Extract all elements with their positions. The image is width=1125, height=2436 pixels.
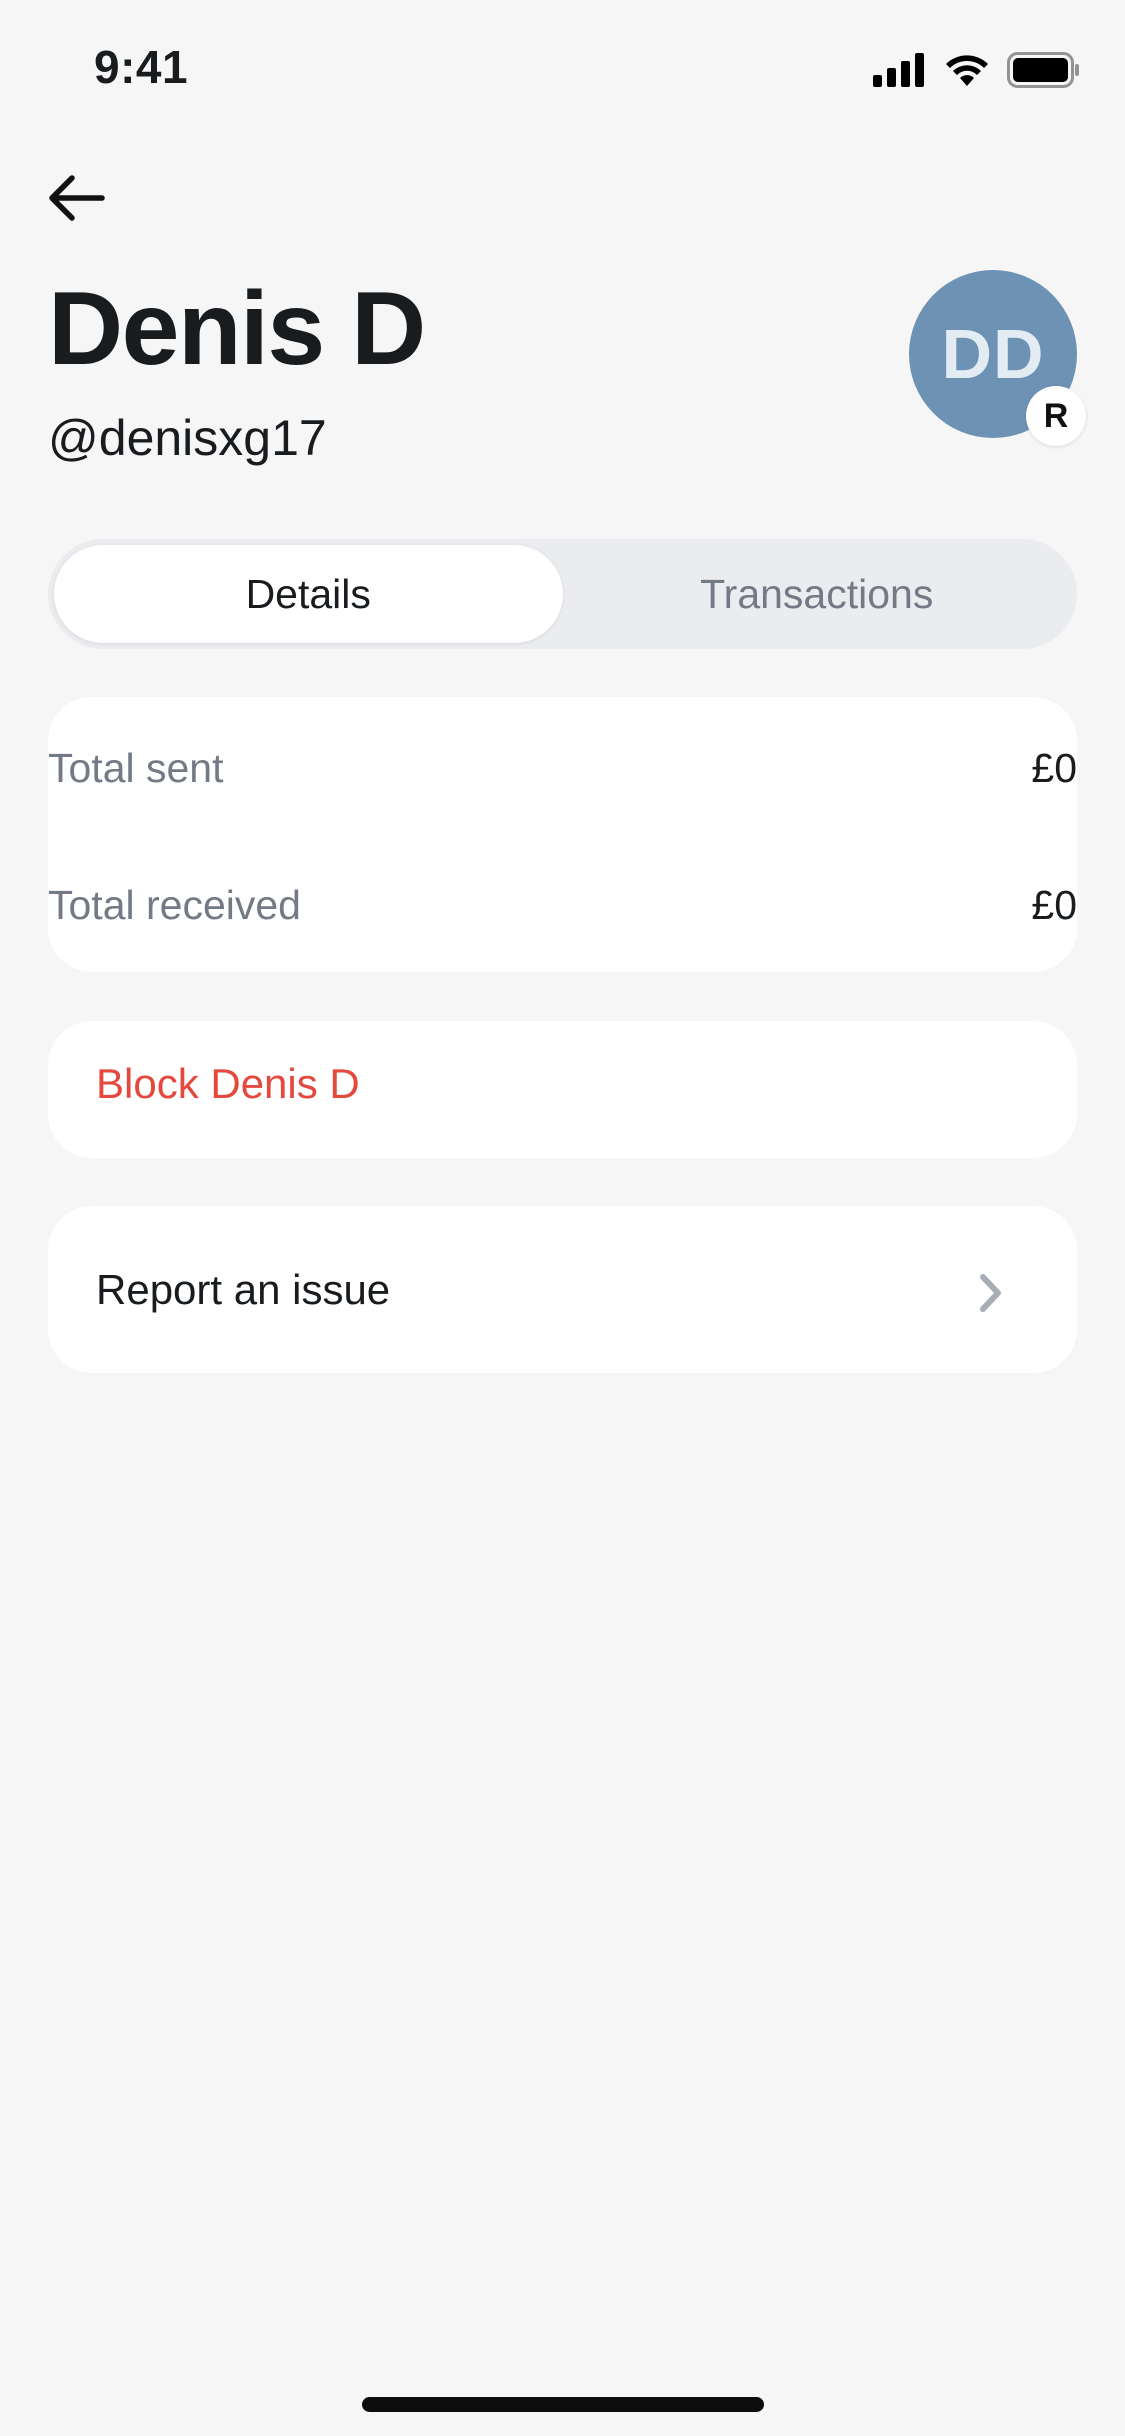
avatar-initials: DD bbox=[941, 315, 1045, 393]
stat-label: Total received bbox=[48, 881, 301, 928]
revolut-badge: R bbox=[1026, 386, 1086, 446]
stat-label: Total sent bbox=[48, 744, 224, 791]
report-issue-label: Report an issue bbox=[96, 1266, 391, 1313]
badge-letter: R bbox=[1043, 396, 1069, 435]
tab-switcher: Details Transactions bbox=[48, 539, 1077, 649]
stat-value: £0 bbox=[1031, 744, 1077, 791]
block-user-label: Block Denis D bbox=[96, 1060, 360, 1107]
stat-value: £0 bbox=[1031, 881, 1077, 928]
profile-screen: 9:41 Denis D @denisxg17 DD R Details Tra… bbox=[0, 0, 1125, 2436]
profile-username: @denisxg17 bbox=[48, 410, 327, 466]
back-arrow-icon bbox=[49, 175, 105, 221]
chevron-right-icon bbox=[980, 1274, 1001, 1312]
home-indicator bbox=[362, 2397, 764, 2412]
tab-details[interactable]: Details bbox=[54, 545, 563, 643]
stat-row-total-sent: Total sent £0 bbox=[48, 738, 1077, 798]
status-bar: 9:41 bbox=[0, 0, 1125, 140]
wifi-icon bbox=[946, 55, 988, 86]
status-icons bbox=[873, 50, 1081, 90]
tab-transactions[interactable]: Transactions bbox=[563, 545, 1072, 643]
battery-icon bbox=[1007, 52, 1079, 88]
status-time: 9:41 bbox=[94, 41, 189, 93]
stat-row-total-received: Total received £0 bbox=[48, 875, 1077, 935]
cellular-signal-icon bbox=[873, 53, 924, 87]
profile-name: Denis D bbox=[48, 271, 426, 387]
back-button[interactable] bbox=[40, 162, 112, 234]
